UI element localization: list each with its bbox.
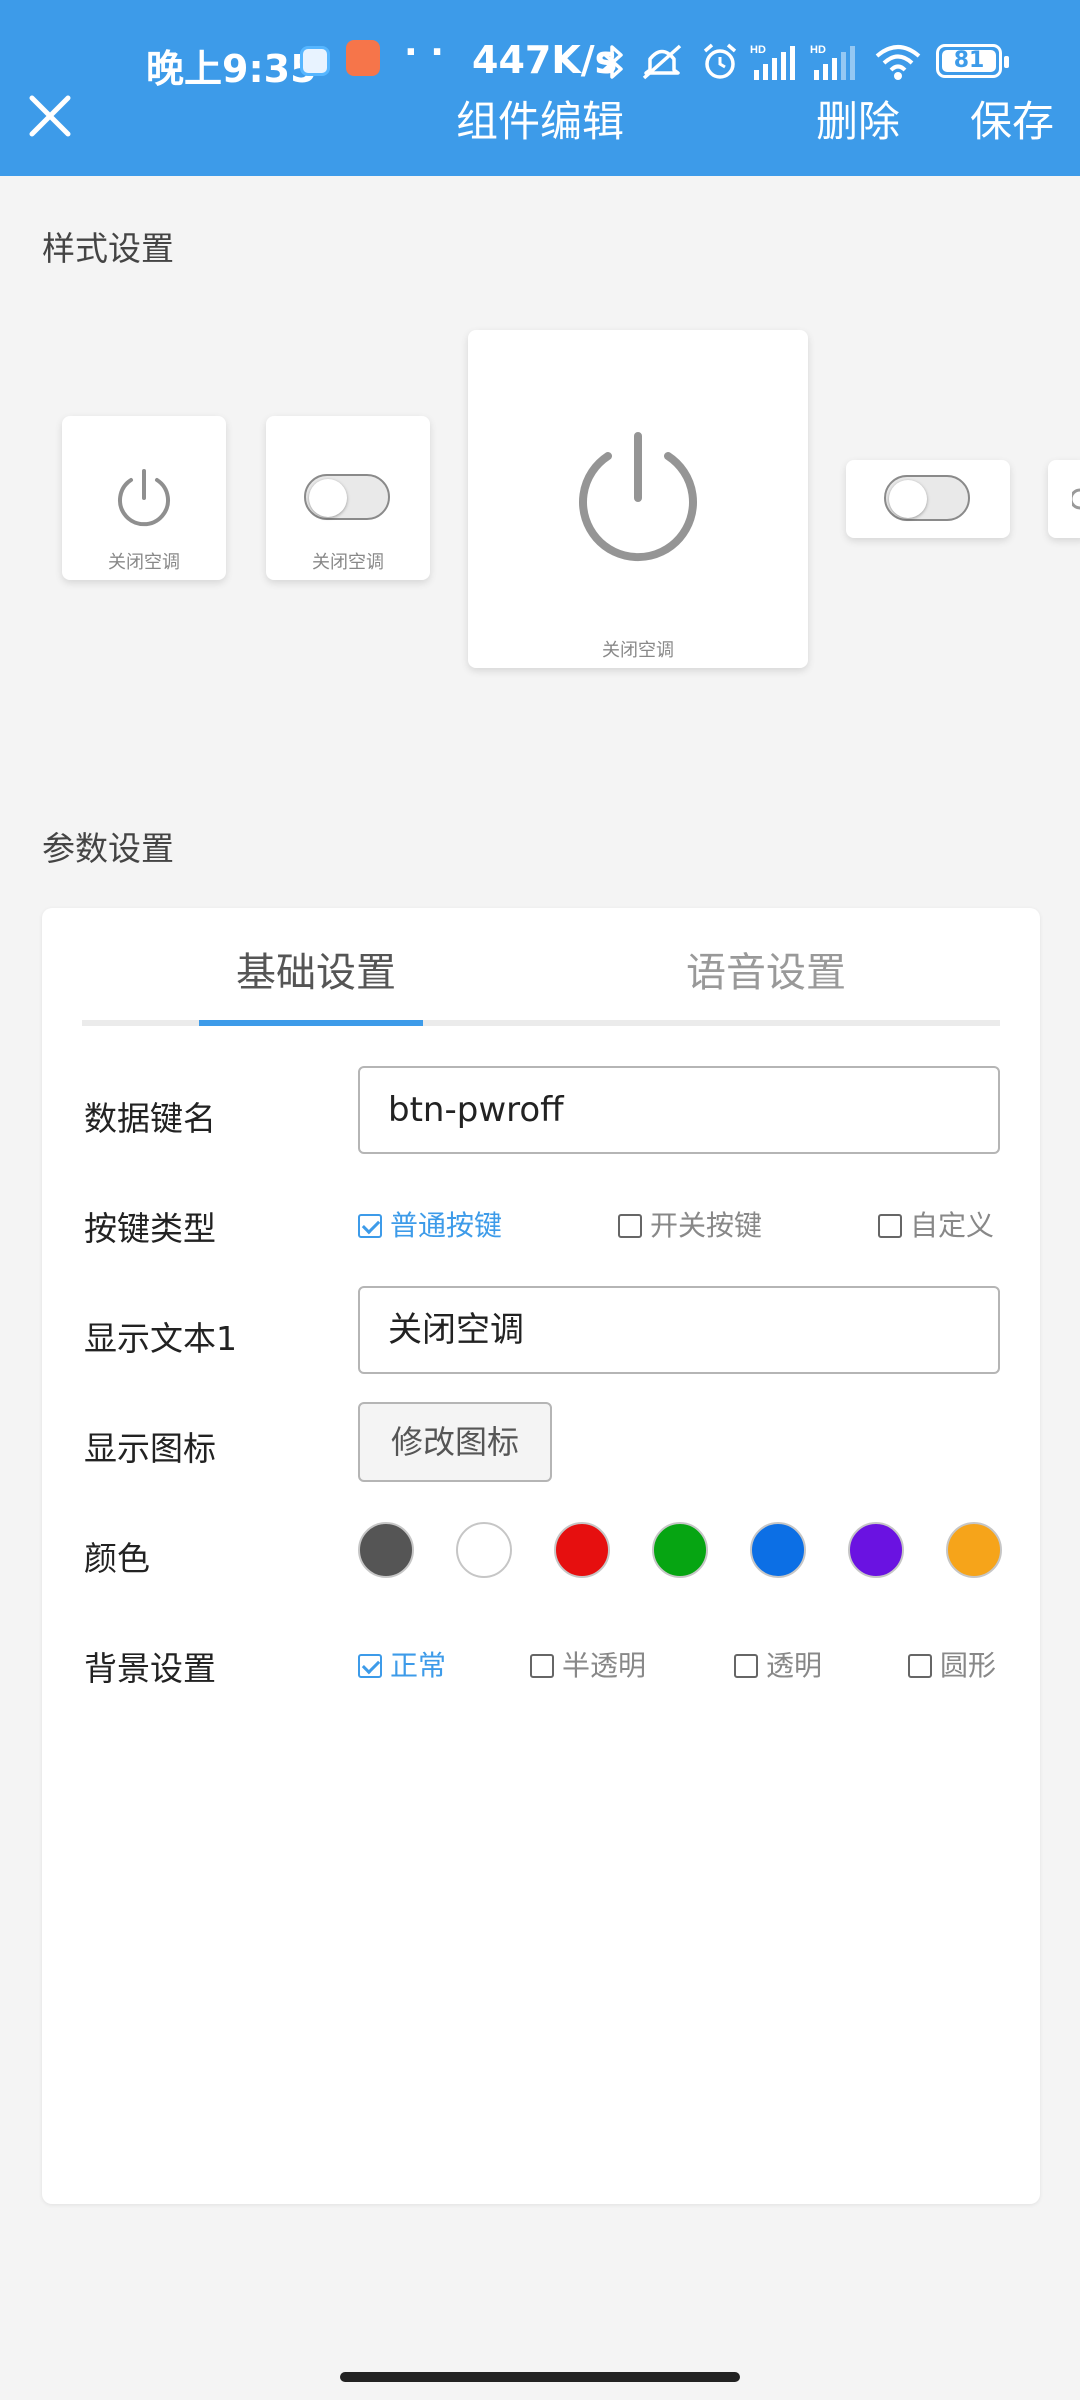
background-circle-option[interactable]: 圆形 — [908, 1644, 996, 1684]
toggle-switch-preview — [884, 475, 970, 521]
option-label: 半透明 — [562, 1649, 647, 1682]
style-section-title: 样式设置 — [42, 229, 174, 268]
background-normal-option[interactable]: 正常 — [358, 1644, 446, 1684]
color-swatch[interactable] — [946, 1522, 1002, 1578]
more-notifications-icon: · · — [404, 32, 444, 73]
wifi-icon — [875, 45, 921, 80]
shop-notification-icon — [346, 40, 380, 76]
checkbox-icon — [734, 1654, 758, 1678]
alarm-icon — [703, 43, 737, 79]
data-key-label: 数据键名 — [84, 1099, 216, 1138]
style-option-power-icon[interactable]: 关闭空调 — [62, 416, 226, 580]
status-time: 晚上9:35 — [146, 47, 317, 91]
option-label: 透明 — [766, 1649, 823, 1682]
signal-2-icon: HD — [810, 44, 855, 80]
style-option-toggle-compact[interactable] — [846, 460, 1010, 538]
bluetooth-icon — [601, 45, 623, 79]
checkbox-icon — [530, 1654, 554, 1678]
button-type-custom-option[interactable]: 自定义 — [878, 1204, 994, 1244]
color-swatch[interactable] — [750, 1522, 806, 1578]
status-bar: 晚上9:35 · · 447K/s HD HD 81 — [0, 28, 1080, 92]
color-swatch[interactable] — [848, 1522, 904, 1578]
option-label: 普通按键 — [390, 1209, 503, 1242]
param-panel: 基础设置 语音设置 数据键名 btn-pwroff 按键类型 普通按键 开关按键… — [42, 908, 1040, 2204]
battery-icon: 81 — [936, 44, 1009, 78]
app-header: 晚上9:35 · · 447K/s HD HD 81 组件编辑 删除 保存 — [0, 0, 1080, 176]
page-title: 组件编辑 — [455, 98, 624, 145]
home-indicator[interactable] — [340, 2372, 740, 2382]
change-icon-button[interactable]: 修改图标 — [358, 1402, 552, 1482]
display-icon-label: 显示图标 — [84, 1429, 216, 1468]
toggle-switch-preview — [304, 474, 390, 520]
color-swatch[interactable] — [652, 1522, 708, 1578]
signal-1-icon: HD — [750, 44, 795, 80]
tab-basic-settings[interactable]: 基础设置 — [236, 940, 396, 998]
background-label: 背景设置 — [84, 1649, 216, 1688]
active-tab-indicator — [199, 1020, 423, 1026]
checkbox-checked-icon — [358, 1654, 382, 1678]
battery-level: 81 — [953, 48, 985, 73]
color-swatch[interactable] — [456, 1522, 512, 1578]
checkbox-icon — [878, 1214, 902, 1238]
button-type-normal-option[interactable]: 普通按键 — [358, 1204, 502, 1244]
network-speed: 447K/s — [472, 38, 618, 82]
style-option-label: 关闭空调 — [602, 640, 674, 661]
style-option-label: 关闭空调 — [312, 552, 384, 573]
option-label: 圆形 — [940, 1649, 997, 1682]
svg-text:HD: HD — [810, 44, 826, 56]
param-section-title: 参数设置 — [42, 829, 174, 868]
background-semitransparent-option[interactable]: 半透明 — [530, 1644, 646, 1684]
style-option-label: 关闭空调 — [108, 552, 180, 573]
tab-voice-settings[interactable]: 语音设置 — [686, 940, 846, 998]
power-icon — [118, 469, 170, 527]
color-swatch[interactable] — [358, 1522, 414, 1578]
color-label: 颜色 — [84, 1539, 150, 1578]
mute-icon — [642, 44, 682, 80]
background-transparent-option[interactable]: 透明 — [734, 1644, 822, 1684]
checkbox-icon — [908, 1654, 932, 1678]
display-text-input[interactable]: 关闭空调 — [358, 1286, 1000, 1374]
style-option-toggle[interactable]: 关闭空调 — [266, 416, 430, 580]
button-type-label: 按键类型 — [84, 1209, 216, 1248]
save-button[interactable]: 保存 — [970, 88, 1054, 149]
power-icon — [579, 432, 697, 562]
option-label: 正常 — [390, 1649, 447, 1682]
data-key-input[interactable]: btn-pwroff — [358, 1066, 1000, 1154]
app-notification-icon — [300, 46, 330, 76]
color-swatch[interactable] — [554, 1522, 610, 1578]
style-option-power-large[interactable]: 关闭空调 — [468, 330, 808, 668]
svg-text:HD: HD — [750, 44, 766, 56]
style-option-partial[interactable] — [1048, 460, 1080, 538]
button-type-switch-option[interactable]: 开关按键 — [618, 1204, 762, 1244]
display-text-label: 显示文本1 — [84, 1319, 237, 1358]
power-icon — [1072, 488, 1080, 510]
checkbox-checked-icon — [358, 1214, 382, 1238]
delete-button[interactable]: 删除 — [816, 88, 900, 149]
option-label: 开关按键 — [650, 1209, 763, 1242]
option-label: 自定义 — [910, 1209, 995, 1242]
checkbox-icon — [618, 1214, 642, 1238]
